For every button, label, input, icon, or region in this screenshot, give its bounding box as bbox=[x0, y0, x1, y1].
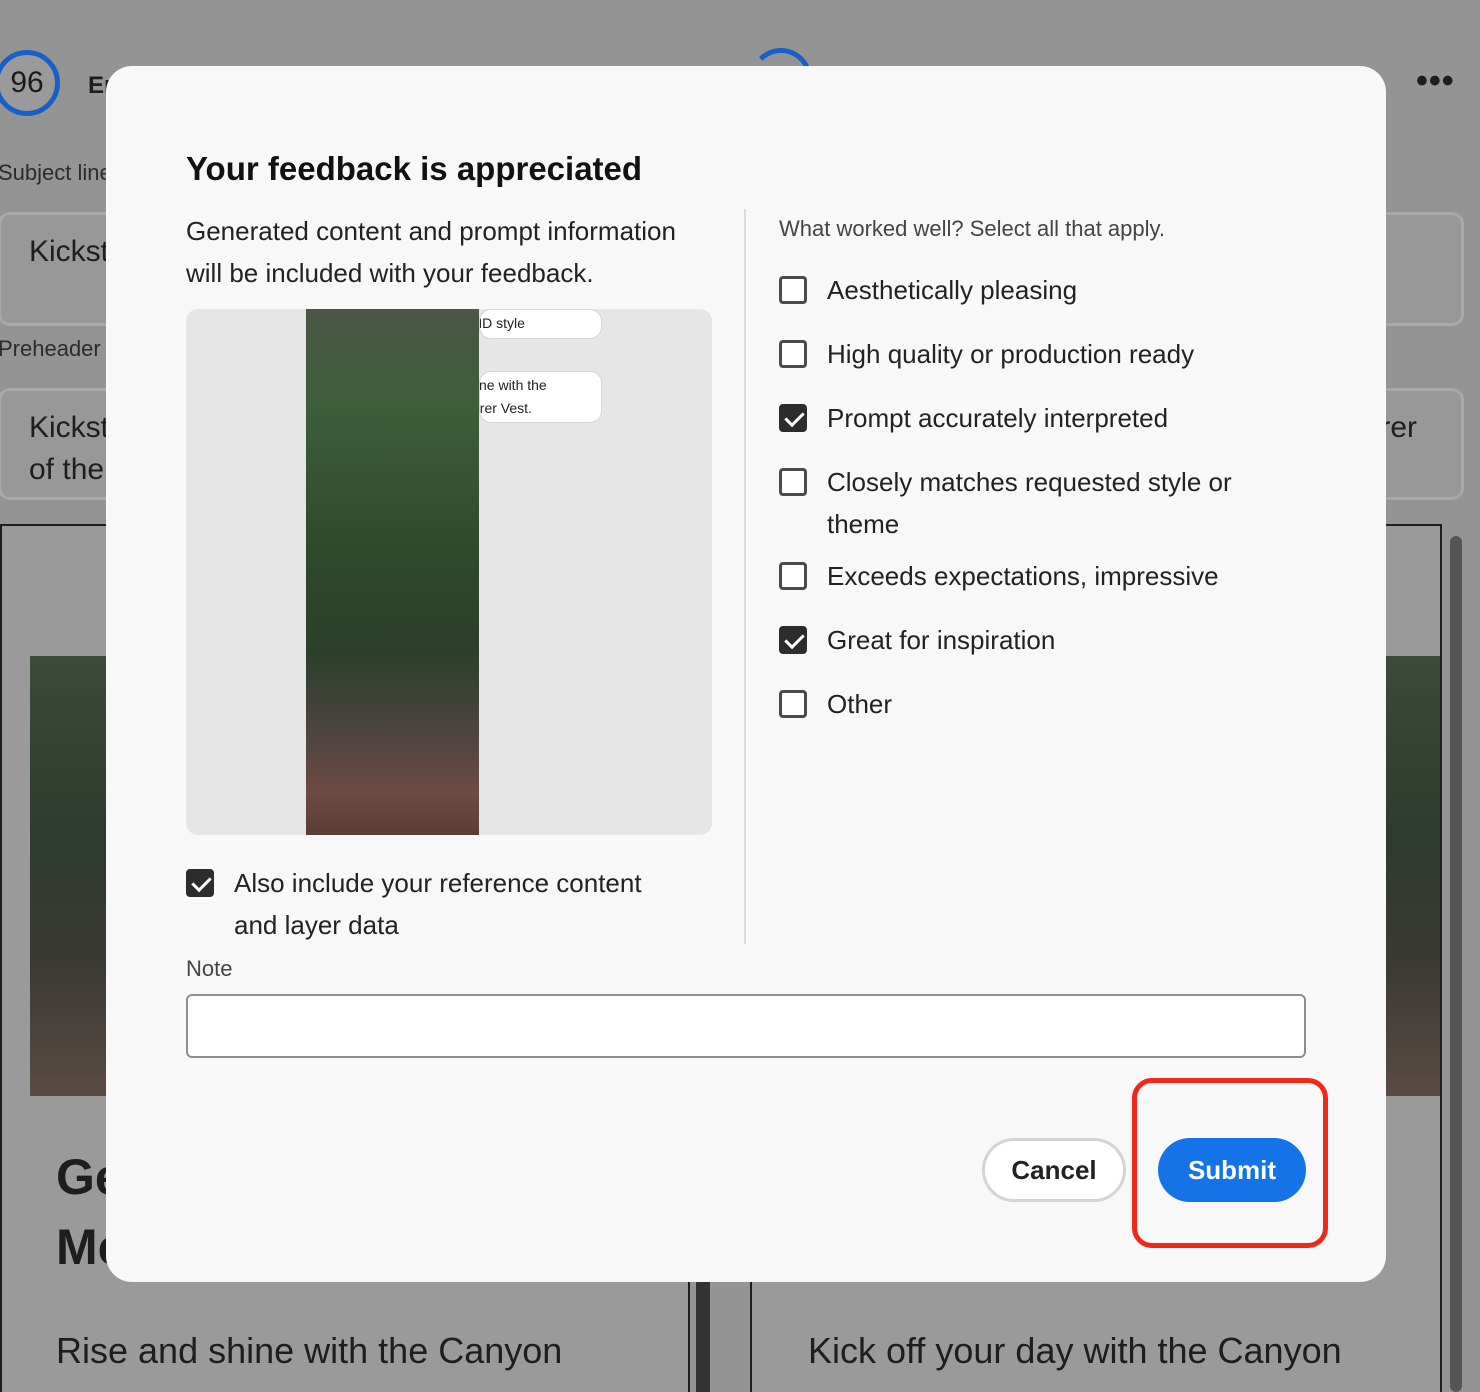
score-value: 96 bbox=[10, 66, 44, 99]
score-ring: 96 bbox=[0, 50, 60, 116]
option-great-inspiration-label: Great for inspiration bbox=[827, 625, 1056, 655]
option-aesthetically-pleasing-label: Aesthetically pleasing bbox=[827, 275, 1078, 305]
subject-line-label: Subject line bbox=[0, 160, 112, 185]
submit-highlight-annotation bbox=[1132, 1078, 1328, 1248]
preview-bubble-text-3: orer Vest. bbox=[479, 400, 532, 416]
column-divider bbox=[744, 209, 746, 944]
app-stage: 96 Er ••• Subject line Kickst Preheader … bbox=[0, 0, 1480, 1392]
option-matches-style-checkbox[interactable] bbox=[779, 468, 807, 496]
card-right-body: Kick off your day with the Canyon bbox=[808, 1330, 1342, 1371]
preview-text-bubble: tine with the orer Vest. bbox=[479, 371, 602, 423]
note-label: Note bbox=[186, 956, 233, 981]
preview-bubble-text-2: tine with the bbox=[479, 377, 547, 393]
note-input[interactable] bbox=[186, 994, 1306, 1058]
preheader-label: Preheader bbox=[0, 336, 101, 361]
card-left-body: Rise and shine with the Canyon bbox=[56, 1330, 563, 1371]
option-great-inspiration-checkbox[interactable] bbox=[779, 626, 807, 654]
option-prompt-interpreted-checkbox[interactable] bbox=[779, 404, 807, 432]
hero-image-right bbox=[1380, 656, 1440, 1096]
options-prompt: What worked well? Select all that apply. bbox=[779, 216, 1165, 241]
option-high-quality-checkbox[interactable] bbox=[779, 340, 807, 368]
card-separator bbox=[696, 1282, 710, 1392]
option-prompt-interpreted-label: Prompt accurately interpreted bbox=[827, 403, 1169, 433]
subject-line-value: Kickst bbox=[29, 235, 110, 268]
preview-bubble-text-1: ND style bbox=[480, 315, 525, 331]
dialog-title: Your feedback is appreciated bbox=[186, 150, 643, 187]
more-options-icon[interactable]: ••• bbox=[1416, 62, 1455, 101]
scrollbar[interactable] bbox=[1450, 536, 1462, 1392]
option-other-checkbox[interactable] bbox=[779, 690, 807, 718]
option-other-label: Other bbox=[827, 689, 893, 719]
preview-image bbox=[306, 309, 479, 835]
cancel-button[interactable]: Cancel bbox=[982, 1138, 1126, 1202]
option-matches-style-label: Closely matches requested style or theme bbox=[827, 467, 1232, 539]
option-exceeds-expectations-label: Exceeds expectations, impressive bbox=[827, 561, 1219, 591]
option-aesthetically-pleasing-checkbox[interactable] bbox=[779, 276, 807, 304]
option-high-quality-label: High quality or production ready bbox=[827, 339, 1195, 369]
generated-content-preview: ND style tine with the orer Vest. bbox=[186, 309, 712, 835]
include-reference-label: Also include your reference content and … bbox=[234, 868, 642, 940]
include-reference-checkbox[interactable] bbox=[186, 869, 214, 897]
preview-text-bubble: ND style bbox=[479, 309, 602, 339]
option-exceeds-expectations-checkbox[interactable] bbox=[779, 562, 807, 590]
dialog-description: Generated content and prompt information… bbox=[186, 216, 676, 288]
